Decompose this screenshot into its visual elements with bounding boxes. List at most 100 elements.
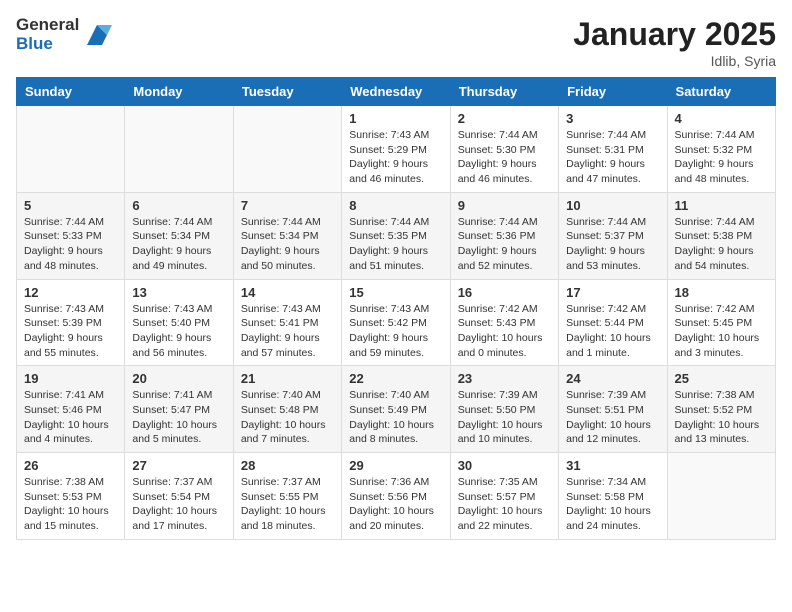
calendar-cell: 6 Sunrise: 7:44 AM Sunset: 5:34 PM Daylig… [125,192,233,279]
logo-icon [82,20,112,50]
weekday-header-wednesday: Wednesday [342,78,450,106]
day-number: 29 [349,458,442,473]
day-info: Sunrise: 7:43 AM Sunset: 5:41 PM Dayligh… [241,302,334,361]
logo-general: General [16,16,79,35]
calendar-cell: 31 Sunrise: 7:34 AM Sunset: 5:58 PM Dayli… [559,453,667,540]
calendar-cell: 14 Sunrise: 7:43 AM Sunset: 5:41 PM Dayli… [233,279,341,366]
calendar-week-2: 5Sunrise: 7:44 AM Sunset: 5:33 PM Daylig… [17,192,776,279]
day-number: 11 [675,198,768,213]
calendar-table: SundayMondayTuesdayWednesdayThursdayFrid… [16,77,776,540]
day-number: 7 [241,198,334,213]
day-number: 16 [458,285,551,300]
day-info: Sunrise: 7:44 AM Sunset: 5:34 PM Dayligh… [132,215,225,274]
calendar-week-4: 19Sunrise: 7:41 AM Sunset: 5:46 PM Dayli… [17,366,776,453]
calendar-cell: 8 Sunrise: 7:44 AM Sunset: 5:35 PM Daylig… [342,192,450,279]
calendar-cell: 3 Sunrise: 7:44 AM Sunset: 5:31 PM Daylig… [559,106,667,193]
weekday-header-sunday: Sunday [17,78,125,106]
calendar-cell: 9 Sunrise: 7:44 AM Sunset: 5:36 PM Daylig… [450,192,558,279]
calendar-cell: 22 Sunrise: 7:40 AM Sunset: 5:49 PM Dayli… [342,366,450,453]
calendar-cell: 29 Sunrise: 7:36 AM Sunset: 5:56 PM Dayli… [342,453,450,540]
day-number: 1 [349,111,442,126]
weekday-header-thursday: Thursday [450,78,558,106]
location: Idlib, Syria [573,53,776,69]
weekday-header-saturday: Saturday [667,78,775,106]
day-info: Sunrise: 7:40 AM Sunset: 5:49 PM Dayligh… [349,388,442,447]
title-block: January 2025 Idlib, Syria [573,16,776,69]
weekday-header-friday: Friday [559,78,667,106]
calendar-cell [17,106,125,193]
logo-blue: Blue [16,35,79,54]
day-number: 12 [24,285,117,300]
day-number: 3 [566,111,659,126]
day-number: 9 [458,198,551,213]
page-header: General Blue January 2025 Idlib, Syria [16,16,776,69]
weekday-header-tuesday: Tuesday [233,78,341,106]
day-number: 27 [132,458,225,473]
calendar-cell: 1Sunrise: 7:43 AM Sunset: 5:29 PM Daylig… [342,106,450,193]
calendar-week-1: 1Sunrise: 7:43 AM Sunset: 5:29 PM Daylig… [17,106,776,193]
day-number: 22 [349,371,442,386]
day-number: 23 [458,371,551,386]
day-info: Sunrise: 7:44 AM Sunset: 5:30 PM Dayligh… [458,128,551,187]
calendar-cell [667,453,775,540]
day-info: Sunrise: 7:42 AM Sunset: 5:43 PM Dayligh… [458,302,551,361]
day-info: Sunrise: 7:36 AM Sunset: 5:56 PM Dayligh… [349,475,442,534]
day-info: Sunrise: 7:44 AM Sunset: 5:34 PM Dayligh… [241,215,334,274]
day-info: Sunrise: 7:44 AM Sunset: 5:37 PM Dayligh… [566,215,659,274]
day-info: Sunrise: 7:38 AM Sunset: 5:53 PM Dayligh… [24,475,117,534]
day-info: Sunrise: 7:44 AM Sunset: 5:36 PM Dayligh… [458,215,551,274]
day-info: Sunrise: 7:37 AM Sunset: 5:55 PM Dayligh… [241,475,334,534]
calendar-cell: 11 Sunrise: 7:44 AM Sunset: 5:38 PM Dayli… [667,192,775,279]
calendar-cell: 27 Sunrise: 7:37 AM Sunset: 5:54 PM Dayli… [125,453,233,540]
calendar-cell [125,106,233,193]
day-number: 4 [675,111,768,126]
day-number: 13 [132,285,225,300]
day-info: Sunrise: 7:37 AM Sunset: 5:54 PM Dayligh… [132,475,225,534]
calendar-cell [233,106,341,193]
calendar-cell: 24 Sunrise: 7:39 AM Sunset: 5:51 PM Dayli… [559,366,667,453]
day-info: Sunrise: 7:43 AM Sunset: 5:40 PM Dayligh… [132,302,225,361]
calendar-cell: 12 Sunrise: 7:43 AM Sunset: 5:39 PM Dayli… [17,279,125,366]
day-info: Sunrise: 7:39 AM Sunset: 5:51 PM Dayligh… [566,388,659,447]
calendar-cell: 5Sunrise: 7:44 AM Sunset: 5:33 PM Daylig… [17,192,125,279]
day-info: Sunrise: 7:40 AM Sunset: 5:48 PM Dayligh… [241,388,334,447]
day-info: Sunrise: 7:38 AM Sunset: 5:52 PM Dayligh… [675,388,768,447]
weekday-header-row: SundayMondayTuesdayWednesdayThursdayFrid… [17,78,776,106]
day-number: 10 [566,198,659,213]
day-number: 15 [349,285,442,300]
day-info: Sunrise: 7:39 AM Sunset: 5:50 PM Dayligh… [458,388,551,447]
day-info: Sunrise: 7:41 AM Sunset: 5:47 PM Dayligh… [132,388,225,447]
calendar-cell: 19Sunrise: 7:41 AM Sunset: 5:46 PM Dayli… [17,366,125,453]
calendar-cell: 28Sunrise: 7:37 AM Sunset: 5:55 PM Dayli… [233,453,341,540]
day-number: 18 [675,285,768,300]
day-info: Sunrise: 7:41 AM Sunset: 5:46 PM Dayligh… [24,388,117,447]
day-info: Sunrise: 7:44 AM Sunset: 5:38 PM Dayligh… [675,215,768,274]
day-number: 25 [675,371,768,386]
day-number: 20 [132,371,225,386]
day-number: 2 [458,111,551,126]
weekday-header-monday: Monday [125,78,233,106]
day-number: 31 [566,458,659,473]
day-number: 30 [458,458,551,473]
day-info: Sunrise: 7:44 AM Sunset: 5:32 PM Dayligh… [675,128,768,187]
calendar-cell: 13 Sunrise: 7:43 AM Sunset: 5:40 PM Dayli… [125,279,233,366]
day-info: Sunrise: 7:43 AM Sunset: 5:39 PM Dayligh… [24,302,117,361]
day-number: 24 [566,371,659,386]
calendar-week-5: 26Sunrise: 7:38 AM Sunset: 5:53 PM Dayli… [17,453,776,540]
calendar-cell: 4 Sunrise: 7:44 AM Sunset: 5:32 PM Daylig… [667,106,775,193]
day-number: 17 [566,285,659,300]
calendar-cell: 20 Sunrise: 7:41 AM Sunset: 5:47 PM Dayli… [125,366,233,453]
day-info: Sunrise: 7:34 AM Sunset: 5:58 PM Dayligh… [566,475,659,534]
calendar-cell: 21 Sunrise: 7:40 AM Sunset: 5:48 PM Dayli… [233,366,341,453]
calendar-cell: 7 Sunrise: 7:44 AM Sunset: 5:34 PM Daylig… [233,192,341,279]
day-number: 14 [241,285,334,300]
day-number: 6 [132,198,225,213]
calendar-cell: 17Sunrise: 7:42 AM Sunset: 5:44 PM Dayli… [559,279,667,366]
day-info: Sunrise: 7:35 AM Sunset: 5:57 PM Dayligh… [458,475,551,534]
day-info: Sunrise: 7:44 AM Sunset: 5:31 PM Dayligh… [566,128,659,187]
day-info: Sunrise: 7:44 AM Sunset: 5:35 PM Dayligh… [349,215,442,274]
day-number: 8 [349,198,442,213]
day-info: Sunrise: 7:42 AM Sunset: 5:45 PM Dayligh… [675,302,768,361]
day-number: 21 [241,371,334,386]
calendar-cell: 15Sunrise: 7:43 AM Sunset: 5:42 PM Dayli… [342,279,450,366]
